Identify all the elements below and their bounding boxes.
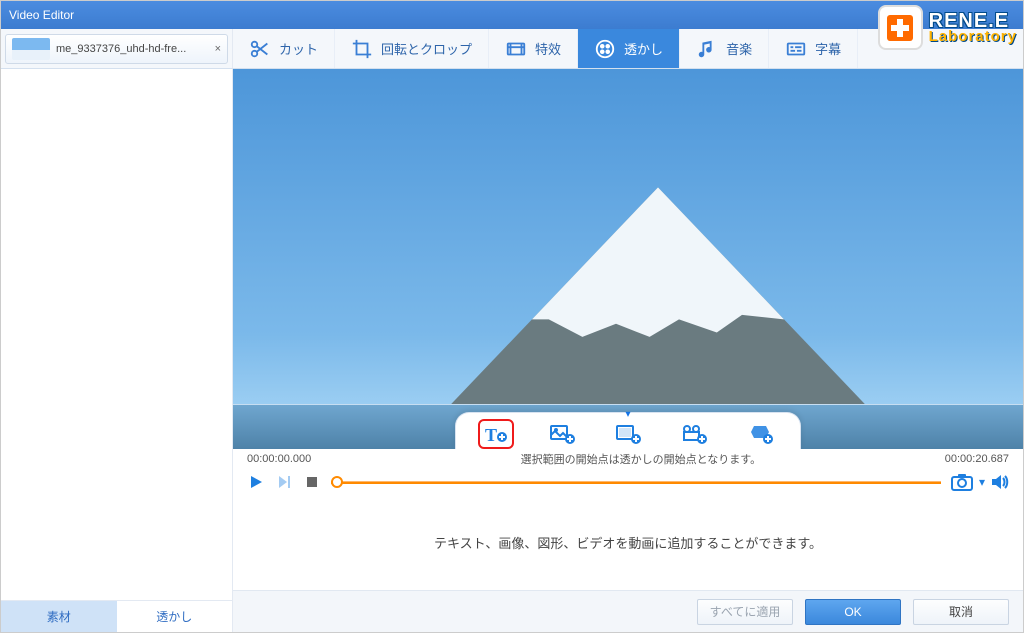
file-close-icon[interactable]: × [215, 43, 221, 55]
add-shape-button[interactable]: ▾ [610, 419, 646, 449]
editor-panel: T ▾ [233, 69, 1023, 632]
snapshot-dropdown-icon[interactable]: ▾ [979, 475, 985, 489]
ok-button[interactable]: OK [805, 599, 901, 625]
app-title: Video Editor [9, 8, 74, 22]
snapshot-button[interactable] [951, 473, 973, 491]
sidebar-body [1, 69, 232, 600]
seek-head-icon[interactable] [331, 476, 343, 488]
time-row: 00:00:00.000 選択範囲の開始点は透かしの開始点となります。 00:0… [233, 449, 1023, 467]
seek-bar[interactable] [331, 478, 941, 486]
sidebar-tab-materials[interactable]: 素材 [1, 601, 117, 632]
add-tools-strip: T ▾ [455, 412, 801, 449]
volume-button[interactable] [991, 474, 1009, 490]
sidebar: 素材 透かし [1, 69, 233, 632]
tab-label: 音楽 [726, 39, 752, 58]
scissors-icon [249, 38, 271, 60]
erase-button[interactable] [742, 419, 778, 449]
preview-area: T ▾ [233, 69, 1023, 449]
logo-text-line2: Laboratory [929, 29, 1017, 44]
footer-bar: すべてに適用 OK 取消 [233, 590, 1023, 632]
transport-controls: ▾ [233, 467, 1023, 501]
tab-label: カット [279, 39, 318, 58]
subtitle-icon [785, 38, 807, 60]
tab-effects[interactable]: 特效 [489, 29, 578, 68]
tool-tabs: カット 回転とクロップ 特效 透かし [233, 29, 858, 68]
tab-label: 回転とクロップ [381, 39, 472, 58]
start-time-label: 00:00:00.000 [247, 453, 337, 465]
file-tab[interactable]: me_9337376_uhd-hd-fre... × [5, 34, 228, 64]
tab-watermark[interactable]: 透かし [578, 29, 680, 68]
add-image-button[interactable] [544, 419, 580, 449]
app-window: Video Editor RENE.E Laboratory me_933737… [0, 0, 1024, 633]
music-note-icon [696, 38, 718, 60]
sidebar-tab-watermark[interactable]: 透かし [117, 601, 233, 632]
seek-track [331, 481, 941, 484]
cancel-button[interactable]: 取消 [913, 599, 1009, 625]
tab-cut[interactable]: カット [233, 29, 335, 68]
apply-all-button[interactable]: すべてに適用 [697, 599, 793, 625]
stop-button[interactable] [303, 473, 321, 491]
top-toolbar: me_9337376_uhd-hd-fre... × カット 回転とクロップ [1, 29, 1023, 69]
video-preview[interactable]: T ▾ [233, 69, 1023, 449]
add-text-button[interactable]: T [478, 419, 514, 449]
end-time-label: 00:00:20.687 [945, 453, 1009, 465]
tab-label: 透かし [624, 39, 663, 58]
add-video-button[interactable] [676, 419, 712, 449]
step-button[interactable] [275, 473, 293, 491]
file-tab-bar: me_9337376_uhd-hd-fre... × [1, 29, 233, 68]
crop-icon [351, 38, 373, 60]
tab-subtitle[interactable]: 字幕 [769, 29, 858, 68]
tab-music[interactable]: 音楽 [680, 29, 769, 68]
file-thumbnail-icon [12, 38, 50, 60]
tab-label: 特效 [535, 39, 561, 58]
tab-label: 字幕 [815, 39, 841, 58]
dropdown-caret-icon: ▾ [625, 409, 630, 420]
selection-hint: 選択範囲の開始点は透かしの開始点となります。 [337, 451, 945, 467]
play-button[interactable] [247, 473, 265, 491]
logo-plus-icon [878, 5, 923, 50]
watermark-icon [594, 38, 616, 60]
right-controls: ▾ [951, 473, 1009, 491]
file-name-label: me_9337376_uhd-hd-fre... [56, 43, 186, 55]
main-area: 素材 透かし T [1, 69, 1023, 632]
tab-rotate-crop[interactable]: 回転とクロップ [335, 29, 489, 68]
fx-icon [505, 38, 527, 60]
brand-logo: RENE.E Laboratory [878, 5, 1017, 50]
svg-text:T: T [485, 425, 497, 445]
sidebar-tabs: 素材 透かし [1, 600, 232, 632]
description-text: テキスト、画像、図形、ビデオを動画に追加することができます。 [233, 501, 1023, 590]
titlebar: Video Editor RENE.E Laboratory [1, 1, 1023, 29]
